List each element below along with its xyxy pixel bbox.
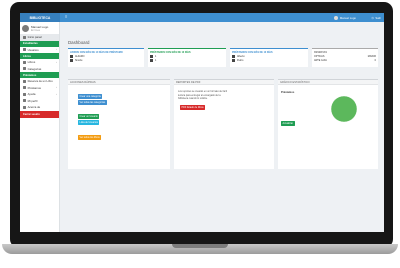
panel-grafico: GRÁFICO ESTADÍSTICO Préstamos Actualizar	[278, 79, 378, 169]
sidebar-item-label: Reserva de un Libro	[27, 79, 53, 84]
stat-value: ALFARO	[75, 55, 85, 58]
stat-row: Sinuhé	[70, 59, 142, 62]
stat-row: 1	[150, 55, 224, 58]
sidebar-item-label: Acerca de	[27, 105, 41, 110]
create-category-button[interactable]: Crear una categoría	[78, 94, 103, 99]
chevron-left-icon: ‹	[56, 48, 57, 52]
create-user-button[interactable]: Crear un Usuario	[78, 114, 100, 119]
sidebar-user-name: Manuel Lugo	[31, 24, 49, 29]
reports-description: Los reportes se crearán en un formato de…	[178, 90, 227, 101]
stat-row: Alberto	[232, 55, 306, 58]
user-menu[interactable]: Manuel Lugo	[333, 15, 356, 20]
user-icon	[23, 99, 26, 103]
stat-value: Alberto	[237, 55, 245, 58]
tag-icon	[23, 67, 26, 71]
stat-box-prestamos: PRÉSTAMOS CON MÁS DE 10 DÍAS 1 1	[148, 48, 226, 67]
user-icon	[150, 59, 153, 62]
stat-box-reservas: RESERVAS OPTICAS MAIKIR ARTE GUIA 0	[312, 48, 378, 67]
page-title: Dashboard	[68, 40, 90, 45]
chevron-left-icon: ‹	[56, 92, 57, 96]
refresh-chart-button[interactable]: Actualizar	[281, 121, 295, 126]
stat-row: Pedro	[232, 59, 306, 62]
user-icon	[232, 55, 235, 58]
bars-icon[interactable]: ≡	[65, 15, 67, 19]
power-icon: ⏻	[371, 15, 374, 20]
stat-title: LIBROS CON MÁS DE 10 DÍAS DE PRÉSTAMO	[70, 50, 123, 54]
panel-reportes: REPORTES DE PDF Los reportes se crearán …	[174, 79, 274, 169]
avatar	[333, 15, 338, 20]
bookmark-icon	[23, 79, 26, 83]
stat-row: ARTE GUIA 0	[314, 59, 376, 62]
exchange-icon	[23, 86, 26, 90]
pie-slice	[330, 95, 358, 123]
stat-value: MAIKIR	[367, 55, 376, 58]
stat-value: 1	[155, 59, 157, 62]
stat-box-libros: LIBROS CON MÁS DE 10 DÍAS DE PRÉSTAMO AL…	[68, 48, 144, 67]
laptop-notch	[172, 244, 228, 248]
sidebar-item-label: Mi perfil	[27, 98, 38, 103]
stat-value: Sinuhé	[75, 59, 83, 62]
avatar	[22, 24, 29, 32]
home-icon	[23, 35, 26, 39]
user-icon	[150, 55, 153, 58]
user-name: Manuel Lugo	[339, 15, 356, 20]
stat-key: OPTICAS	[314, 55, 325, 58]
pie-chart	[330, 95, 358, 123]
logout-button[interactable]: ⏻ Salir	[372, 16, 381, 20]
sidebar-user-panel: Manuel Lugo En línea	[20, 22, 59, 34]
main-content: Dashboard LIBROS CON MÁS DE 10 DÍAS DE P…	[64, 22, 382, 232]
info-icon	[23, 105, 26, 109]
stat-title: PRÉSTAMOS CON MÁS DE 10 DÍAS	[150, 50, 191, 54]
brand-logo[interactable]: BIBLIOTECA	[20, 13, 60, 22]
users-icon	[23, 48, 26, 52]
user-icon	[232, 59, 235, 62]
stat-title: PRÉSTAMOS CON MÁS DE 10 DÍAS	[232, 50, 273, 54]
reports-text-line: biblioteca cuando lo solicite.	[178, 97, 208, 101]
user-list-button[interactable]: Lista de Usuarios	[78, 120, 100, 125]
panel-acciones: ACCIONES RÁPIDAS Crear una categoría Ver…	[68, 79, 170, 169]
book-icon	[70, 55, 73, 58]
sidebar-item-label: Libros	[27, 60, 36, 65]
panel-title: ACCIONES RÁPIDAS	[68, 80, 170, 85]
sidebar: Manuel Lugo En línea Inicio panel Estudi…	[20, 22, 60, 232]
stat-box-usuarios: PRÉSTAMOS CON MÁS DE 10 DÍAS Alberto Ped…	[230, 48, 308, 67]
chart-title: Préstamos	[281, 91, 295, 94]
stat-value: Pedro	[237, 59, 244, 62]
logout-label: Salir	[375, 15, 381, 20]
stat-row: ALFARO	[70, 55, 142, 58]
panel-title: REPORTES DE PDF	[174, 80, 274, 85]
book-icon	[23, 60, 26, 64]
stat-key: ARTE GUIA	[314, 59, 327, 62]
help-icon	[23, 92, 26, 96]
stat-value: 1	[155, 55, 157, 58]
stat-title: RESERVAS	[314, 50, 327, 54]
sidebar-user-status: En línea	[31, 28, 40, 32]
sidebar-item-label: Categorías	[27, 66, 42, 71]
stat-row: OPTICAS MAIKIR	[314, 55, 376, 58]
pdf-books-button[interactable]: PDF listado de libros	[180, 105, 206, 110]
sidebar-item-label: Ayuda	[27, 92, 36, 97]
topbar: BIBLIOTECA ≡ Manuel Lugo ⏻ Salir	[20, 13, 384, 22]
stat-value: 0	[374, 59, 376, 62]
view-categories-button[interactable]: Ver todas las categorías	[78, 100, 107, 105]
sidebar-item-label: Préstamos	[27, 85, 41, 90]
chevron-left-icon: ‹	[56, 86, 57, 90]
app-screen: BIBLIOTECA ≡ Manuel Lugo ⏻ Salir Manuel …	[20, 13, 384, 232]
book-icon	[70, 59, 73, 62]
view-books-button[interactable]: Ver todos los libros	[78, 135, 102, 140]
panel-title: GRÁFICO ESTADÍSTICO	[278, 80, 378, 85]
stat-row: 1	[150, 59, 224, 62]
sidebar-item-label: Inicio panel	[27, 35, 42, 40]
sidebar-item-label: Usuarios	[27, 47, 39, 52]
chevron-left-icon: ‹	[56, 60, 57, 64]
sidebar-item-cerrar-sesion[interactable]: Cerrar sesión	[20, 110, 59, 118]
